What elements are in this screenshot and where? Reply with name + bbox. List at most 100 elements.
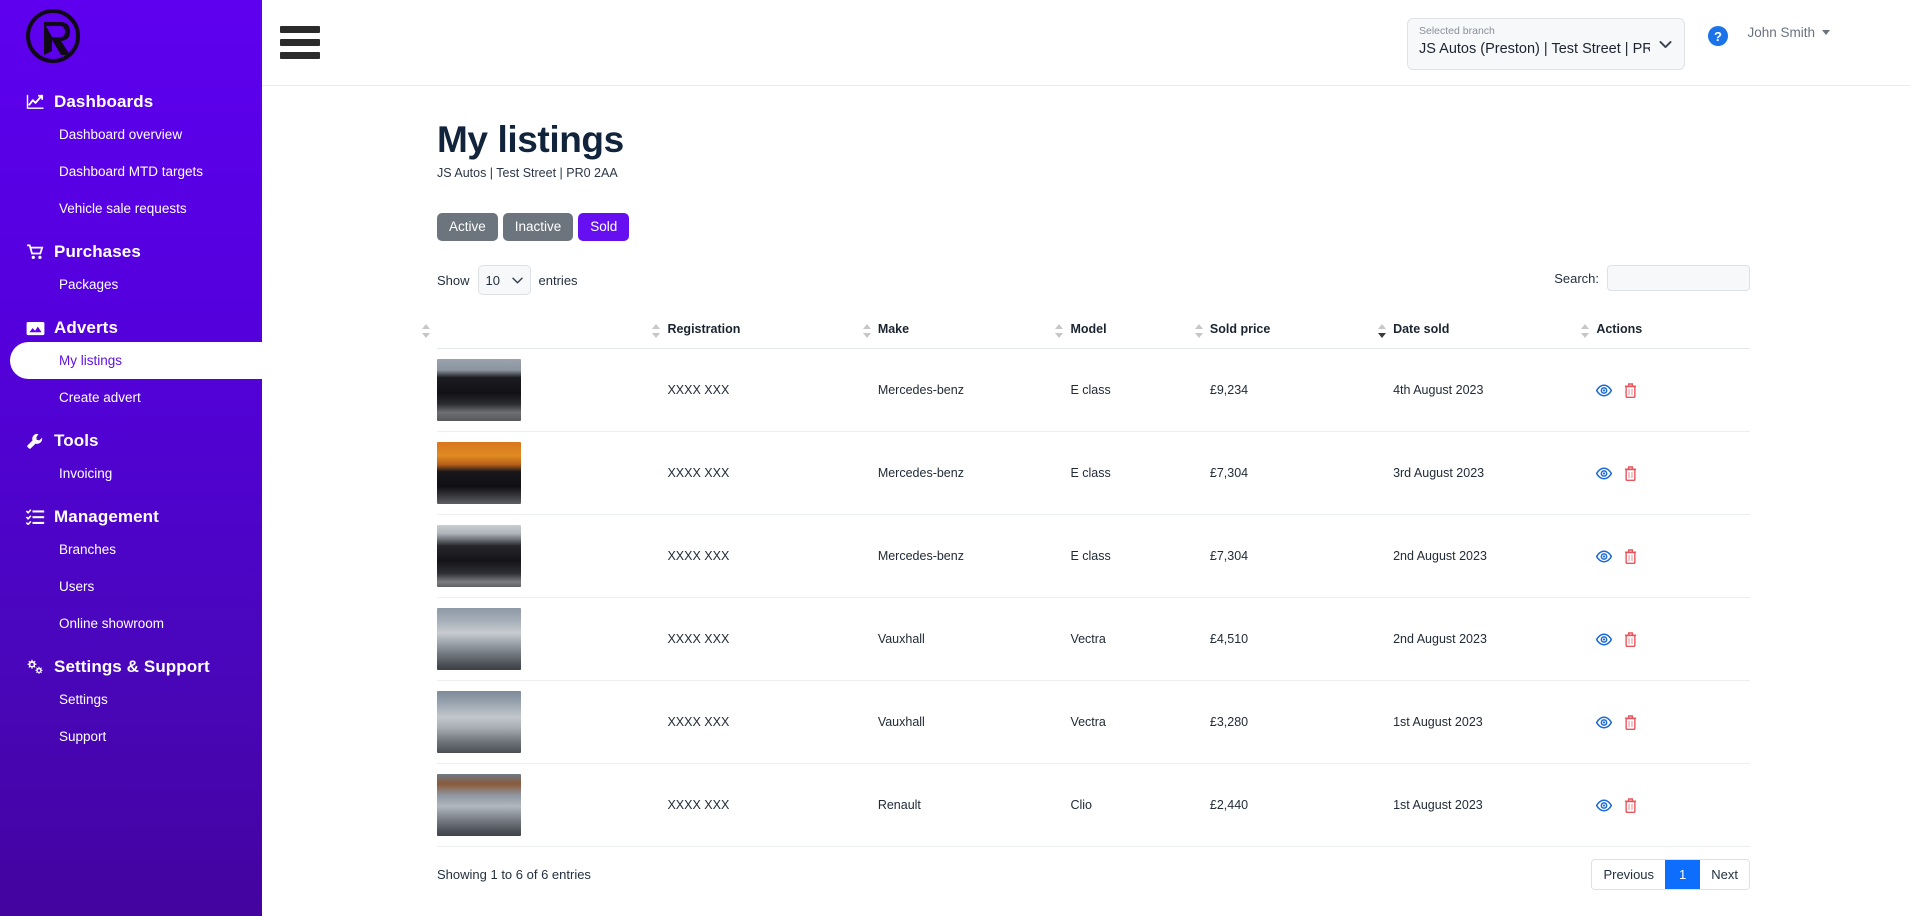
- sidebar-nav: DashboardsDashboard overviewDashboard MT…: [0, 88, 262, 755]
- sidebar-item-users[interactable]: Users: [0, 568, 262, 605]
- column-header-date-sold[interactable]: Date sold: [1393, 313, 1596, 349]
- sidebar-section-label: Adverts: [54, 318, 118, 338]
- sort-indicator-icon: [1377, 323, 1387, 339]
- cell-make: Mercedes-benz: [878, 515, 1071, 598]
- vehicle-thumbnail[interactable]: [437, 608, 521, 670]
- cell-thumbnail: [437, 432, 667, 515]
- table-controls: Show 10 entries Search:: [437, 265, 1750, 299]
- listings-table: RegistrationMake ModelSold price Date sold…: [437, 313, 1750, 847]
- sidebar-item-branches[interactable]: Branches: [0, 531, 262, 568]
- cell-thumbnail: [437, 764, 667, 847]
- page-length-select[interactable]: 10: [478, 265, 531, 295]
- vehicle-thumbnail[interactable]: [437, 442, 521, 504]
- view-icon[interactable]: [1596, 384, 1612, 397]
- search-label: Search:: [1554, 271, 1599, 286]
- sidebar-item-dashboard-overview[interactable]: Dashboard overview: [0, 116, 262, 153]
- sort-indicator-icon: [1580, 323, 1590, 339]
- column-header-label: Date sold: [1393, 322, 1449, 336]
- sidebar-item-dashboard-mtd-targets[interactable]: Dashboard MTD targets: [0, 153, 262, 190]
- view-icon[interactable]: [1596, 633, 1612, 646]
- cell-actions: [1596, 598, 1750, 681]
- cell-model: E class: [1070, 432, 1209, 515]
- user-menu[interactable]: John Smith: [1747, 25, 1830, 40]
- pagination-page-1[interactable]: 1: [1665, 860, 1700, 889]
- sidebar-item-packages[interactable]: Packages: [0, 266, 262, 303]
- column-header-label: Make: [878, 322, 909, 336]
- brand-logo[interactable]: [22, 8, 84, 66]
- vehicle-thumbnail[interactable]: [437, 359, 521, 421]
- app-root: DashboardsDashboard overviewDashboard MT…: [0, 0, 1910, 916]
- column-header-thumb[interactable]: [437, 313, 667, 349]
- sidebar-item-online-showroom[interactable]: Online showroom: [0, 605, 262, 642]
- vehicle-thumbnail[interactable]: [437, 691, 521, 753]
- view-icon[interactable]: [1596, 716, 1612, 729]
- cell-actions: [1596, 349, 1750, 432]
- shopping-cart-icon: [26, 244, 45, 261]
- cell-thumbnail: [437, 598, 667, 681]
- filter-tab-sold[interactable]: Sold: [578, 213, 629, 241]
- column-header-registration[interactable]: Registration: [667, 313, 877, 349]
- sidebar-section-tools: Tools: [0, 427, 262, 455]
- cell-sold-price: £7,304: [1210, 515, 1393, 598]
- branch-selector[interactable]: Selected branch JS Autos (Preston) | Tes…: [1407, 18, 1685, 70]
- sidebar-item-label: Dashboard overview: [59, 127, 182, 142]
- branch-selector-label: Selected branch: [1419, 25, 1650, 38]
- cell-registration: XXXX XXX: [667, 349, 877, 432]
- sidebar-section-settings-support: Settings & Support: [0, 653, 262, 681]
- page-length-control: Show 10 entries: [437, 265, 1750, 295]
- hamburger-icon[interactable]: [280, 22, 324, 62]
- view-icon[interactable]: [1596, 799, 1612, 812]
- sidebar-section-adverts: Adverts: [0, 314, 262, 342]
- cell-make: Renault: [878, 764, 1071, 847]
- cell-make: Mercedes-benz: [878, 432, 1071, 515]
- main-content: My listings JS Autos | Test Street | PR0…: [262, 86, 1910, 916]
- filter-tab-inactive[interactable]: Inactive: [503, 213, 574, 241]
- table-header-row: RegistrationMake ModelSold price Date sold…: [437, 313, 1750, 349]
- search-input[interactable]: [1607, 265, 1750, 291]
- pagination-next[interactable]: Next: [1700, 860, 1749, 889]
- delete-icon[interactable]: [1624, 549, 1637, 564]
- column-header-label: Sold price: [1210, 322, 1270, 336]
- column-header-actions[interactable]: Actions: [1596, 313, 1750, 349]
- cell-actions: [1596, 432, 1750, 515]
- delete-icon[interactable]: [1624, 798, 1637, 813]
- help-icon[interactable]: ?: [1708, 26, 1728, 46]
- view-icon[interactable]: [1596, 467, 1612, 480]
- sidebar-item-settings[interactable]: Settings: [0, 681, 262, 718]
- sidebar-section-management: Management: [0, 503, 262, 531]
- cell-model: Vectra: [1070, 598, 1209, 681]
- cell-sold-price: £9,234: [1210, 349, 1393, 432]
- column-header-model[interactable]: Model: [1070, 313, 1209, 349]
- column-header-sold-price[interactable]: Sold price: [1210, 313, 1393, 349]
- branch-selector-value: JS Autos (Preston) | Test Street | PR0 2…: [1419, 38, 1650, 60]
- column-header-make[interactable]: Make: [878, 313, 1071, 349]
- delete-icon[interactable]: [1624, 715, 1637, 730]
- sidebar-item-support[interactable]: Support: [0, 718, 262, 755]
- cell-actions: [1596, 681, 1750, 764]
- vehicle-thumbnail[interactable]: [437, 525, 521, 587]
- page-length-value: 10: [486, 273, 500, 288]
- table-row: XXXX XXXVauxhallVectra£3,2801st August 2…: [437, 681, 1750, 764]
- table-row: XXXX XXXVauxhallVectra£4,5102nd August 2…: [437, 598, 1750, 681]
- vehicle-thumbnail[interactable]: [437, 774, 521, 836]
- sidebar-item-invoicing[interactable]: Invoicing: [0, 455, 262, 492]
- delete-icon[interactable]: [1624, 466, 1637, 481]
- table-row: XXXX XXXMercedes-benzE class£7,3042nd Au…: [437, 515, 1750, 598]
- cell-sold-price: £7,304: [1210, 432, 1393, 515]
- delete-icon[interactable]: [1624, 383, 1637, 398]
- sidebar-item-vehicle-sale-requests[interactable]: Vehicle sale requests: [0, 190, 262, 227]
- search-control: Search:: [1554, 265, 1750, 291]
- cell-model: Clio: [1070, 764, 1209, 847]
- pagination-previous[interactable]: Previous: [1592, 860, 1665, 889]
- hamburger-bar: [280, 39, 320, 46]
- sidebar-item-my-listings[interactable]: My listings: [10, 342, 262, 379]
- image-icon: [26, 320, 45, 337]
- status-filter-group: ActiveInactiveSold: [437, 213, 1910, 241]
- view-icon[interactable]: [1596, 550, 1612, 563]
- sidebar-item-create-advert[interactable]: Create advert: [0, 379, 262, 416]
- cell-thumbnail: [437, 349, 667, 432]
- delete-icon[interactable]: [1624, 632, 1637, 647]
- sidebar-item-label: Settings: [59, 692, 108, 707]
- filter-tab-active[interactable]: Active: [437, 213, 498, 241]
- cell-sold-price: £4,510: [1210, 598, 1393, 681]
